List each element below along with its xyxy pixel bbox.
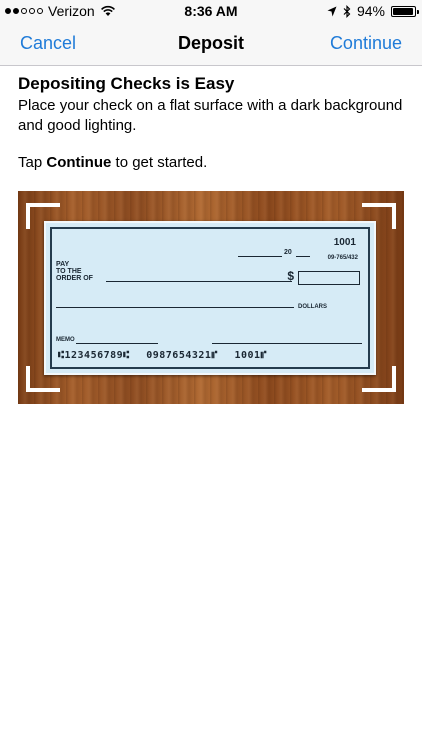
- tap-continue-hint: Tap Continue to get started.: [18, 154, 408, 171]
- date-year-prefix: 20: [284, 249, 292, 256]
- memo-line: [76, 343, 158, 344]
- continue-button[interactable]: Continue: [330, 33, 402, 54]
- dollar-sign: $: [287, 269, 294, 283]
- signature-line: [212, 343, 362, 344]
- battery-fill: [393, 7, 413, 15]
- routing-fraction: 09-765/432: [327, 255, 358, 261]
- micr-line: ⑆123456789⑆ 0987654321⑈ 1001⑈: [58, 350, 267, 361]
- pay-label: PAY: [56, 261, 70, 268]
- tap-bold-continue: Continue: [46, 154, 112, 171]
- micr-routing: ⑆123456789⑆: [58, 350, 130, 361]
- check-border: 1001 20 09-765/432 PAY TO THE ORDER OF $…: [50, 227, 370, 369]
- order-of-label: ORDER OF: [56, 275, 93, 282]
- date-line-end: [296, 256, 310, 257]
- tap-prefix: Tap: [18, 154, 47, 171]
- amount-words-line: [56, 307, 294, 308]
- location-arrow-icon: [327, 6, 337, 16]
- tap-suffix: to get started.: [111, 154, 208, 171]
- micr-check-number: 1001⑈: [234, 350, 268, 361]
- navigation-bar: Cancel Deposit Continue: [0, 22, 422, 66]
- instructions: Depositing Checks is Easy Place your che…: [18, 74, 408, 171]
- memo-label: MEMO: [56, 337, 75, 343]
- bluetooth-icon: [343, 4, 351, 18]
- payee-line: [106, 281, 292, 282]
- micr-account: 0987654321⑈: [146, 350, 218, 361]
- instructions-heading: Depositing Checks is Easy: [18, 74, 235, 93]
- date-line: [238, 256, 282, 257]
- dollars-label: DOLLARS: [298, 304, 327, 310]
- battery-percentage: 94%: [356, 3, 385, 19]
- instructions-description: Place your check on a flat surface with …: [18, 97, 403, 134]
- check-illustration: 1001 20 09-765/432 PAY TO THE ORDER OF $…: [18, 191, 404, 404]
- status-bar: Verizon 8:36 AM 94%: [0, 0, 422, 22]
- sample-check: 1001 20 09-765/432 PAY TO THE ORDER OF $…: [44, 221, 376, 375]
- amount-box: [298, 271, 360, 285]
- to-the-label: TO THE: [56, 268, 82, 275]
- battery-icon: [391, 5, 419, 17]
- status-right: 94%: [327, 3, 419, 19]
- check-number: 1001: [333, 237, 356, 248]
